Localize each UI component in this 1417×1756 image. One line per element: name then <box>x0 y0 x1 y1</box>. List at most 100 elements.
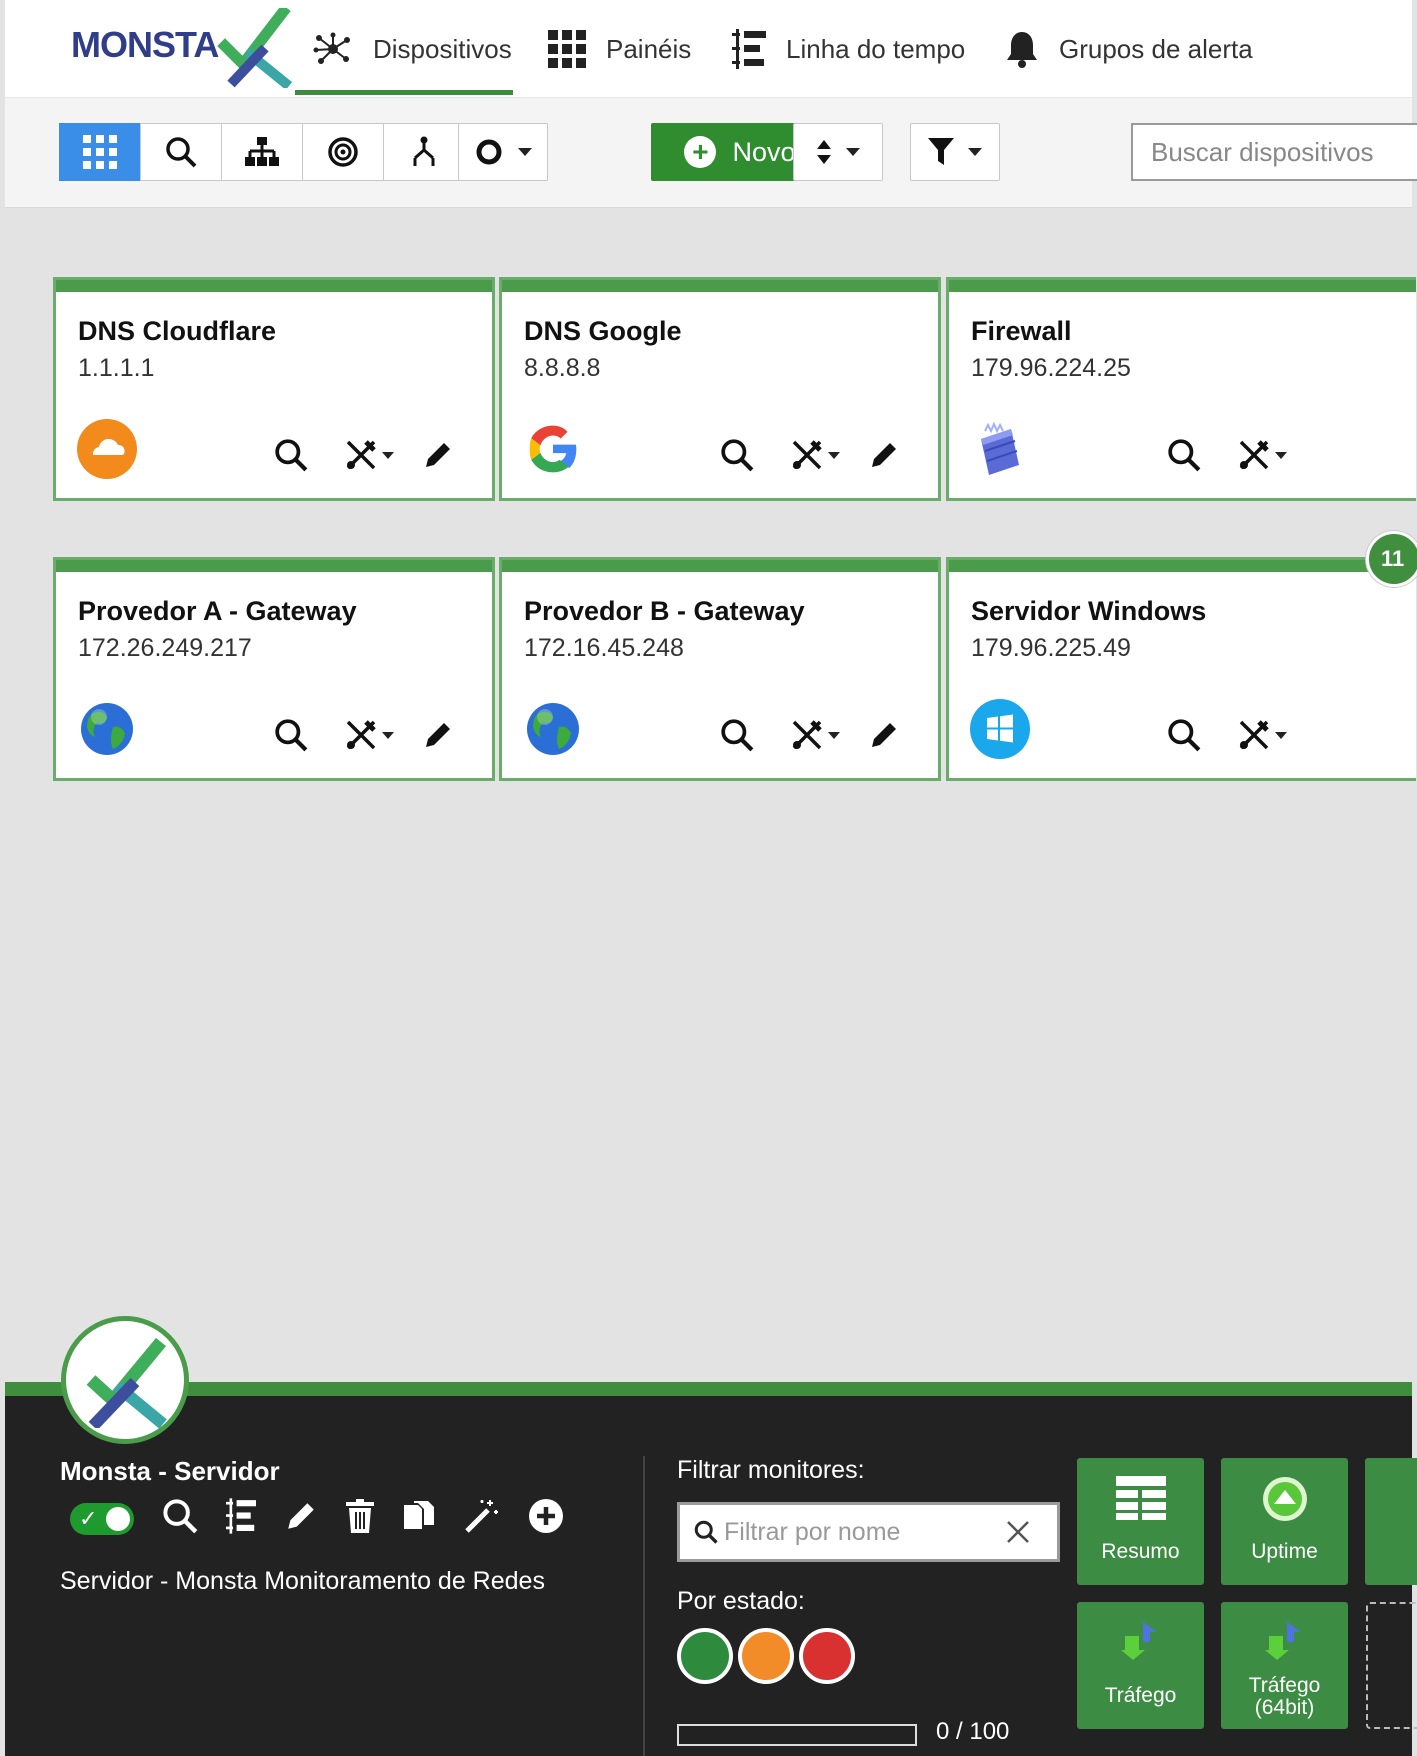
add-monitor-placeholder[interactable] <box>1366 1602 1417 1729</box>
sort-dropdown[interactable] <box>793 123 883 181</box>
toolbar: + Novo <box>5 98 1417 208</box>
filter-monitors-input[interactable] <box>724 1517 1004 1547</box>
monitor-tile-trafego[interactable]: Tráfego <box>1077 1602 1204 1729</box>
nav-tab-dispositivos[interactable]: Dispositivos <box>295 0 513 98</box>
google-icon <box>522 418 584 480</box>
monitor-count-text: 0 / 100 <box>936 1718 1010 1745</box>
server-avatar <box>61 1316 189 1444</box>
monitor-label: Resumo <box>1101 1539 1180 1563</box>
search-icon[interactable] <box>1167 718 1207 752</box>
radial-view-button[interactable] <box>302 123 384 181</box>
edit-icon[interactable] <box>284 1499 318 1538</box>
monitor-tile-partial[interactable] <box>1365 1458 1417 1585</box>
server-actions: ✓ <box>70 1498 564 1539</box>
device-card[interactable]: Servidor Windows 179.96.225.49 <box>946 557 1416 781</box>
monitor-tile-resumo[interactable]: Resumo <box>1077 1458 1204 1585</box>
chevron-down-icon <box>382 451 394 459</box>
monitor-label: Uptime <box>1251 1539 1318 1563</box>
tools-menu-button[interactable] <box>790 438 840 472</box>
nav-tab-linha-do-tempo[interactable]: Linha do tempo <box>732 0 965 98</box>
tools-menu-button[interactable] <box>344 438 394 472</box>
copy-icon[interactable] <box>402 1499 436 1538</box>
search-icon[interactable] <box>1167 438 1207 472</box>
tools-menu-button[interactable] <box>1237 438 1287 472</box>
server-description: Servidor - Monsta Monitoramento de Redes <box>60 1567 545 1595</box>
traffic-icon <box>1077 1620 1204 1660</box>
chevron-down-icon <box>968 148 982 156</box>
search-icon[interactable] <box>162 1498 198 1539</box>
grid-view-button[interactable] <box>59 123 141 181</box>
device-ip: 8.8.8.8 <box>524 354 601 382</box>
device-name: Servidor Windows <box>971 596 1207 626</box>
search-view-button[interactable] <box>140 123 222 181</box>
edit-icon[interactable] <box>422 719 454 751</box>
nav-tab-grupos-de-alerta[interactable]: Grupos de alerta <box>1005 0 1253 98</box>
search-icon <box>166 137 197 168</box>
nav-label: Linha do tempo <box>786 33 966 64</box>
sitemap-icon <box>245 137 279 166</box>
filter-monitors-label: Filtrar monitores: <box>677 1456 865 1484</box>
filter-dropdown[interactable] <box>910 123 1000 181</box>
monitor-label: Tráfego (64bit) <box>1248 1673 1321 1719</box>
search-icon[interactable] <box>274 718 314 752</box>
trash-icon[interactable] <box>346 1499 374 1538</box>
nav-label: Grupos de alerta <box>1059 33 1253 64</box>
device-card[interactable]: Provedor B - Gateway 172.16.45.248 <box>499 557 941 781</box>
tools-menu-button[interactable] <box>1237 718 1287 752</box>
logo-text: MONSTA <box>71 24 219 65</box>
tools-icon <box>346 720 376 750</box>
cloudflare-icon <box>76 418 138 480</box>
monitor-tile-trafego-64bit[interactable]: Tráfego (64bit) <box>1221 1602 1348 1729</box>
view-switcher <box>59 123 465 181</box>
alert-count-badge[interactable]: 11 <box>1366 531 1417 587</box>
tree-view-button[interactable] <box>221 123 303 181</box>
tools-menu-button[interactable] <box>344 718 394 752</box>
hierarchy-view-button[interactable] <box>383 123 465 181</box>
device-search-input[interactable] <box>1131 123 1417 181</box>
settings-dropdown[interactable] <box>458 123 548 181</box>
device-name: Provedor A - Gateway <box>78 596 357 626</box>
state-ok-button[interactable] <box>677 1628 733 1684</box>
edit-icon[interactable] <box>868 719 900 751</box>
table-icon <box>1077 1476 1204 1520</box>
logo-mark-icon <box>217 8 293 88</box>
bell-icon <box>1005 30 1039 68</box>
clear-icon[interactable] <box>1005 1519 1031 1550</box>
panel-divider <box>643 1456 645 1756</box>
chevron-down-icon <box>828 451 840 459</box>
monitor-label: Tráfego <box>1104 1683 1177 1707</box>
nav-label: Painéis <box>606 33 692 64</box>
monitor-tile-uptime[interactable]: Uptime <box>1221 1458 1348 1585</box>
plus-circle-icon: + <box>684 136 717 168</box>
nav-tab-paineis[interactable]: Painéis <box>548 0 691 98</box>
enabled-toggle[interactable]: ✓ <box>70 1502 134 1535</box>
add-circle-icon[interactable] <box>528 1498 564 1539</box>
chevron-down-icon <box>518 148 532 156</box>
hierarchy-icon <box>413 136 435 166</box>
monsta-logo[interactable]: MONSTA <box>67 8 293 92</box>
magic-wand-icon[interactable] <box>464 1498 500 1539</box>
grid-icon <box>83 135 117 169</box>
search-icon[interactable] <box>720 438 760 472</box>
chevron-down-icon <box>828 731 840 739</box>
chevron-down-icon <box>846 148 860 156</box>
device-card[interactable]: DNS Google 8.8.8.8 <box>499 277 941 501</box>
state-critical-button[interactable] <box>799 1628 855 1684</box>
tools-menu-button[interactable] <box>790 718 840 752</box>
device-ip: 179.96.225.49 <box>971 634 1131 662</box>
state-warning-button[interactable] <box>738 1628 794 1684</box>
tools-icon <box>1239 440 1269 470</box>
radial-icon <box>328 137 358 167</box>
filter-monitors-field <box>677 1502 1060 1562</box>
device-card[interactable]: Firewall 179.96.224.25 <box>946 277 1416 501</box>
device-name: Provedor B - Gateway <box>524 596 805 626</box>
search-icon[interactable] <box>720 718 760 752</box>
search-icon[interactable] <box>274 438 314 472</box>
timeline-icon[interactable] <box>226 1498 256 1539</box>
edit-icon[interactable] <box>422 439 454 471</box>
traffic-icon <box>1221 1620 1348 1660</box>
device-card[interactable]: Provedor A - Gateway 172.26.249.217 <box>53 557 495 781</box>
device-card[interactable]: DNS Cloudflare 1.1.1.1 <box>53 277 495 501</box>
edit-icon[interactable] <box>868 439 900 471</box>
server-name: Monsta - Servidor <box>60 1456 280 1486</box>
